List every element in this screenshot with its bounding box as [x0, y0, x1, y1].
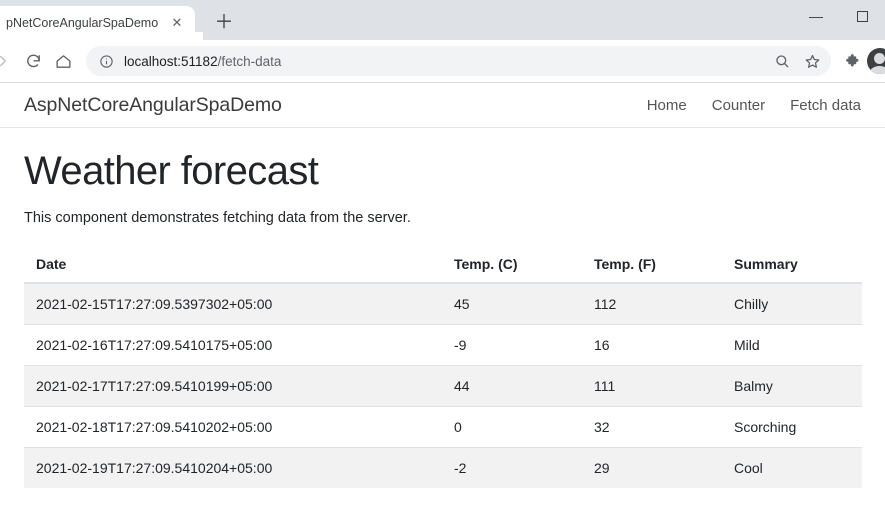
- cell-temp-f: 111: [582, 366, 722, 407]
- close-icon[interactable]: ✕: [167, 13, 187, 33]
- cell-summary: Chilly: [722, 283, 862, 325]
- new-tab-button[interactable]: ＋: [211, 9, 237, 35]
- cell-summary: Scorching: [722, 407, 862, 448]
- cell-date: 2021-02-19T17:27:09.5410204+05:00: [24, 448, 442, 489]
- url-path: /fetch-data: [218, 54, 282, 69]
- main-content: Weather forecast This component demonstr…: [0, 148, 885, 488]
- info-icon[interactable]: [96, 51, 116, 71]
- cell-temp-f: 32: [582, 407, 722, 448]
- browser-window: pNetCoreAngularSpaDemo ✕ ＋ —: [0, 0, 885, 516]
- cell-date: 2021-02-15T17:27:09.5397302+05:00: [24, 283, 442, 325]
- nav-links: Home Counter Fetch data: [647, 97, 861, 114]
- home-icon[interactable]: [48, 46, 78, 76]
- tab-strip: pNetCoreAngularSpaDemo ✕ ＋ —: [0, 0, 885, 40]
- page-subtitle: This component demonstrates fetching dat…: [24, 210, 861, 226]
- reload-icon[interactable]: [18, 46, 48, 76]
- cell-temp-c: -9: [442, 325, 582, 366]
- table-header-row: Date Temp. (C) Temp. (F) Summary: [24, 246, 862, 283]
- page-title: Weather forecast: [24, 148, 861, 194]
- column-header-date: Date: [24, 246, 442, 283]
- cell-temp-c: 44: [442, 366, 582, 407]
- table-row: 2021-02-17T17:27:09.5410199+05:00 44 111…: [24, 366, 862, 407]
- url-host: localhost:51182: [124, 54, 218, 69]
- cell-temp-f: 16: [582, 325, 722, 366]
- minimize-button[interactable]: —: [793, 0, 839, 32]
- browser-tab[interactable]: pNetCoreAngularSpaDemo ✕: [0, 6, 195, 40]
- tab-title: pNetCoreAngularSpaDemo: [6, 6, 167, 40]
- url-text: localhost:51182/fetch-data: [116, 54, 767, 69]
- maximize-icon: [857, 11, 868, 22]
- cell-summary: Balmy: [722, 366, 862, 407]
- maximize-button[interactable]: [839, 0, 885, 32]
- window-controls: —: [793, 0, 885, 32]
- search-icon[interactable]: [767, 46, 797, 76]
- cell-temp-f: 112: [582, 283, 722, 325]
- table-header: Date Temp. (C) Temp. (F) Summary: [24, 246, 862, 283]
- cell-date: 2021-02-17T17:27:09.5410199+05:00: [24, 366, 442, 407]
- cell-summary: Cool: [722, 448, 862, 489]
- column-header-temp-f: Temp. (F): [582, 246, 722, 283]
- table-row: 2021-02-16T17:27:09.5410175+05:00 -9 16 …: [24, 325, 862, 366]
- table-body: 2021-02-15T17:27:09.5397302+05:00 45 112…: [24, 283, 862, 488]
- cell-temp-c: 45: [442, 283, 582, 325]
- table-row: 2021-02-19T17:27:09.5410204+05:00 -2 29 …: [24, 448, 862, 489]
- cell-temp-f: 29: [582, 448, 722, 489]
- column-header-temp-c: Temp. (C): [442, 246, 582, 283]
- cell-temp-c: 0: [442, 407, 582, 448]
- puzzle-icon[interactable]: [837, 46, 867, 76]
- site-navbar: AspNetCoreAngularSpaDemo Home Counter Fe…: [0, 83, 885, 128]
- weather-forecast-table: Date Temp. (C) Temp. (F) Summary 2021-02…: [24, 246, 862, 488]
- page-viewport: AspNetCoreAngularSpaDemo Home Counter Fe…: [0, 83, 885, 516]
- address-bar[interactable]: localhost:51182/fetch-data: [86, 46, 831, 76]
- cell-date: 2021-02-16T17:27:09.5410175+05:00: [24, 325, 442, 366]
- cell-summary: Mild: [722, 325, 862, 366]
- omnibox-actions: [767, 46, 827, 76]
- table-row: 2021-02-15T17:27:09.5397302+05:00 45 112…: [24, 283, 862, 325]
- nav-item-home[interactable]: Home: [647, 97, 687, 114]
- browser-toolbar: localhost:51182/fetch-data: [0, 40, 885, 82]
- cell-temp-c: -2: [442, 448, 582, 489]
- table-row: 2021-02-18T17:27:09.5410202+05:00 0 32 S…: [24, 407, 862, 448]
- nav-item-fetch-data[interactable]: Fetch data: [790, 97, 861, 114]
- star-icon[interactable]: [797, 46, 827, 76]
- back-arrow-icon[interactable]: [0, 46, 18, 76]
- column-header-summary: Summary: [722, 246, 862, 283]
- avatar-icon[interactable]: [867, 48, 885, 74]
- nav-item-counter[interactable]: Counter: [712, 97, 765, 114]
- brand-title[interactable]: AspNetCoreAngularSpaDemo: [24, 94, 282, 117]
- cell-date: 2021-02-18T17:27:09.5410202+05:00: [24, 407, 442, 448]
